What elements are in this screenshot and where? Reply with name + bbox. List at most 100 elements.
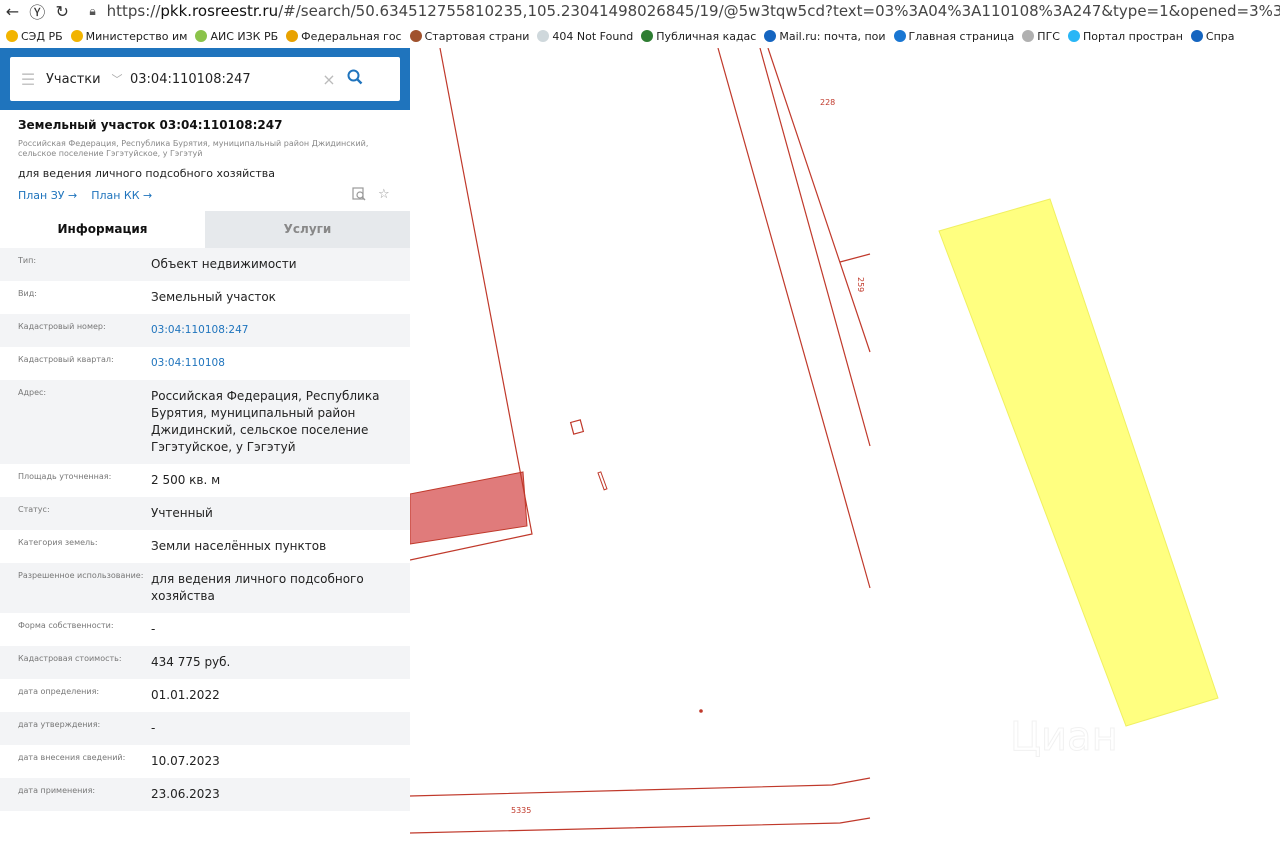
attribute-value: 434 775 руб. [151, 655, 231, 669]
bookmark-label: СЭД РБ [21, 29, 63, 43]
bookmark-icon [1190, 30, 1203, 42]
menu-icon[interactable]: ☰ [10, 70, 46, 89]
attribute-row: дата внесения сведений: 10.07.2023 [0, 745, 410, 778]
attribute-value: для ведения личного подсобного хозяйства [151, 572, 364, 603]
tab-services[interactable]: Услуги [205, 211, 410, 248]
road-boundary-left [717, 48, 871, 589]
bookmark-label: Федеральная гос [301, 29, 402, 43]
attribute-value: Российская Федерация, Республика Бурятия… [151, 389, 380, 454]
attribute-value-link[interactable]: 03:04:110108:247 [151, 322, 391, 339]
bookmark-item[interactable]: Портал простран [1067, 29, 1183, 43]
attribute-value: - [151, 721, 156, 735]
bookmark-label: ПГС [1037, 29, 1060, 43]
attribute-label: Кадастровая стоимость: [18, 654, 122, 663]
parcel-purpose: для ведения личного подсобного хозяйства [18, 167, 275, 180]
bookmark-item[interactable]: Главная страница [893, 29, 1015, 43]
attribute-row: дата утверждения: - [0, 712, 410, 745]
attribute-row: Кадастровая стоимость: 434 775 руб. [0, 646, 410, 679]
bookmark-icon [641, 30, 654, 42]
bookmark-label: АИС ИЗК РБ [210, 29, 279, 43]
bookmark-icon [409, 30, 422, 42]
search-type-select[interactable]: Участки [46, 72, 106, 87]
bookmark-item[interactable]: Публичная кадас [641, 30, 756, 43]
point-marker[interactable] [699, 709, 703, 713]
info-panel: ☰ Участки ﹀ × ‹ Земельный участок 03:04:… [0, 48, 422, 843]
map-svg: 228 259 5335 Циан [410, 48, 1219, 834]
bookmark-label: Портал простран [1082, 29, 1183, 43]
bookmark-icon [1067, 30, 1080, 42]
highlighted-parcel[interactable] [938, 198, 1219, 727]
bookmark-icon [6, 30, 18, 42]
chevron-down-icon[interactable]: ﹀ [106, 71, 128, 87]
attribute-value: Объект недвижимости [151, 257, 297, 271]
bookmark-item[interactable]: Министерство им [70, 30, 187, 43]
bookmark-item[interactable]: Стартовая страни [409, 29, 530, 43]
parcel-5335-bottom [410, 817, 871, 834]
bookmark-item[interactable]: АИС ИЗК РБ [195, 30, 278, 43]
bookmark-icon [537, 30, 550, 42]
attribute-label: Категория земель: [18, 538, 98, 547]
search-icon[interactable] [341, 69, 369, 89]
bookmark-label: Стартовая страни [424, 29, 530, 43]
bookmark-label: 404 Not Found [552, 29, 634, 43]
search-box: ☰ Участки ﹀ × [10, 57, 400, 101]
small-building[interactable] [569, 419, 585, 435]
small-structure[interactable] [597, 471, 608, 491]
attribute-row: Кадастровый квартал: 03:04:110108 [0, 347, 410, 380]
lock-icon[interactable]: 🔒︎ [85, 4, 101, 19]
tab-info[interactable]: Информация [0, 211, 205, 248]
card-tools: ☆ [352, 187, 390, 205]
label-5335: 5335 [511, 806, 531, 815]
attribute-value: - [151, 622, 156, 636]
bookmark-icon [70, 30, 83, 42]
back-arrow-icon[interactable]: ← [0, 2, 25, 21]
attribute-row: Категория земель: Земли населённых пункто… [0, 530, 410, 563]
yandex-icon[interactable]: Ⓨ [25, 0, 50, 23]
road-boundary-right [759, 48, 871, 447]
attribute-label: Вид: [18, 289, 37, 298]
attribute-value: 01.01.2022 [151, 688, 220, 702]
bookmark-item[interactable]: Mail.ru: почта, пои [764, 30, 886, 43]
bookmark-item[interactable]: СЭД РБ [6, 30, 63, 43]
search-input[interactable] [128, 70, 317, 88]
bookmark-item[interactable]: ПГС [1022, 30, 1060, 43]
attribute-row: Форма собственности: - [0, 613, 410, 646]
bookmark-label: Публичная кадас [656, 29, 757, 43]
attribute-label: дата утверждения: [18, 720, 101, 729]
bookmark-item[interactable]: Спра [1190, 30, 1235, 43]
map-canvas[interactable]: 228 259 5335 Циан [410, 48, 1280, 843]
parcel-259-boundary [767, 48, 871, 353]
attribute-label: Тип: [18, 256, 37, 265]
bookmarks-bar: СЭД РБ Министерство им АИС ИЗК РБ Федеральн… [0, 26, 1280, 46]
selected-parcel[interactable] [410, 471, 528, 545]
label-259: 259 [856, 277, 865, 292]
watermark: Циан [1010, 714, 1118, 760]
url-field[interactable]: https://pkk.rosreestr.ru/#/search/50.634… [107, 2, 1280, 20]
attribute-row: дата определения: 01.01.2022 [0, 679, 410, 712]
browser-address-bar: ← Ⓨ ↻ 🔒︎ https://pkk.rosreestr.ru/#/sear… [0, 0, 1280, 22]
parcel-title: Земельный участок 03:04:110108:247 [18, 118, 283, 132]
star-icon[interactable]: ☆ [378, 187, 390, 205]
attribute-value: 10.07.2023 [151, 754, 220, 768]
bookmark-item[interactable]: Федеральная гос [286, 29, 402, 43]
attribute-label: Кадастровый квартал: [18, 355, 114, 364]
bookmark-icon [195, 30, 208, 42]
attribute-value: Земли населённых пунктов [151, 539, 327, 553]
attribute-label: Статус: [18, 505, 50, 514]
reload-icon[interactable]: ↻ [50, 2, 75, 21]
plan-zu-link[interactable]: План ЗУ → [18, 189, 77, 202]
bookmark-item[interactable]: 404 Not Found [537, 30, 633, 43]
attribute-value: 23.06.2023 [151, 787, 220, 801]
zoom-to-object-icon[interactable] [352, 187, 366, 205]
attribute-list: Тип: Объект недвижимости Вид: Земельный уча… [0, 248, 410, 811]
plan-kk-link[interactable]: План КК → [91, 189, 152, 202]
attribute-value-link[interactable]: 03:04:110108 [151, 355, 391, 372]
bookmark-icon [286, 30, 299, 42]
bookmark-label: Главная страница [908, 29, 1015, 43]
attribute-row: дата применения: 23.06.2023 [0, 778, 410, 811]
parcel-address-short: Российская Федерация, Республика Бурятия… [18, 139, 369, 158]
search-bar: ☰ Участки ﹀ × ‹ [0, 48, 422, 110]
parcel-259-edge [839, 253, 871, 263]
attribute-label: Разрешенное использование: [18, 571, 144, 580]
clear-icon[interactable]: × [317, 70, 341, 89]
